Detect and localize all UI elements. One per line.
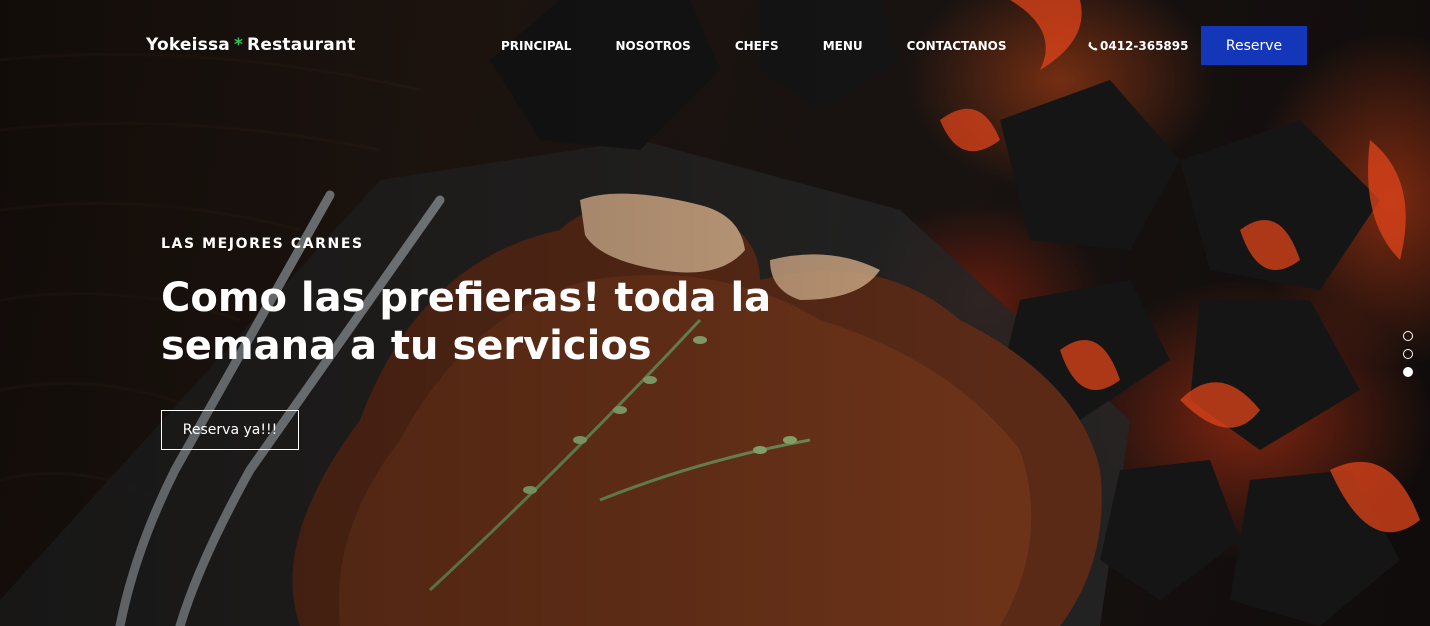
nav-item-principal[interactable]: PRINCIPAL — [501, 39, 571, 53]
main-nav: PRINCIPAL NOSOTROS CHEFS MENU CONTACTANO… — [501, 39, 1050, 53]
hero-headline: Como las prefieras! toda la semana a tu … — [161, 275, 772, 369]
nav-item-menu[interactable]: MENU — [823, 39, 863, 53]
brand-name: Yokeissa — [146, 35, 230, 55]
brand-star: * — [233, 35, 244, 55]
slider-dot-3[interactable] — [1403, 367, 1413, 377]
reserva-ya-button[interactable]: Reserva ya!!! — [161, 410, 299, 450]
nav-item-contactanos[interactable]: CONTACTANOS — [907, 39, 1007, 53]
slider-dot-1[interactable] — [1403, 331, 1413, 341]
brand-logo[interactable]: Yokeissa * Restaurant — [146, 35, 356, 55]
phone-number[interactable]: 0412-365895 — [1088, 39, 1188, 53]
slider-dot-2[interactable] — [1403, 349, 1413, 359]
phone-text: 0412-365895 — [1100, 39, 1189, 53]
hero-eyebrow: LAS MEJORES CARNES — [161, 236, 364, 252]
nav-item-nosotros[interactable]: NOSOTROS — [615, 39, 690, 53]
nav-item-chefs[interactable]: CHEFS — [735, 39, 779, 53]
brand-suffix: Restaurant — [247, 35, 356, 55]
reserve-button[interactable]: Reserve — [1201, 26, 1307, 65]
hero-section: Yokeissa * Restaurant PRINCIPAL NOSOTROS C… — [0, 0, 1430, 626]
phone-icon — [1088, 41, 1098, 51]
slider-pagination — [1403, 331, 1413, 385]
